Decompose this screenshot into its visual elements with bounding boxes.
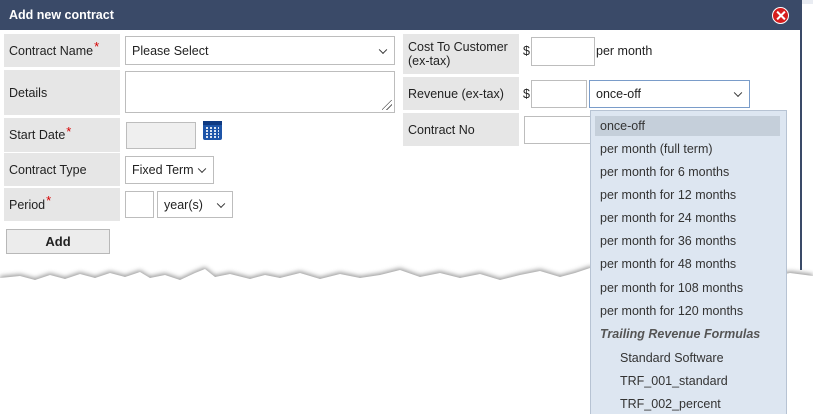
cost-suffix: per month [596,44,653,58]
period-input[interactable] [125,191,154,218]
add-button[interactable]: Add [6,229,110,254]
resize-grip-icon[interactable] [382,100,392,110]
cost-to-customer-input[interactable] [531,37,595,66]
dropdown-option[interactable]: per month for 24 months [600,209,736,227]
dropdown-option[interactable]: per month for 108 months [600,279,743,297]
contract-name-label: Contract Name * [4,34,120,67]
revenue-currency: $ [523,87,530,101]
dropdown-option[interactable]: TRF_002_percent [620,395,721,413]
dropdown-option[interactable]: once-off [595,116,780,136]
close-icon[interactable] [772,7,789,24]
chevron-down-icon [216,199,226,208]
contract-type-label: Contract Type [4,153,120,186]
contract-type-value: Fixed Term [132,163,194,177]
cost-currency: $ [523,44,530,58]
dropdown-option[interactable]: per month (full term) [600,140,713,158]
period-label-text: Period [9,197,46,212]
contract-no-label-text: Contract No [408,122,475,137]
dropdown-option[interactable]: per month for 120 months [600,302,743,320]
contract-type-select[interactable]: Fixed Term [125,156,214,184]
start-date-label: Start Date * [4,118,120,152]
cost-to-customer-label: Cost To Customer (ex-tax) [403,34,519,74]
contract-type-label-text: Contract Type [9,162,87,177]
period-unit-select[interactable]: year(s) [157,191,233,218]
contract-name-value: Please Select [132,43,209,58]
dropdown-option[interactable]: TRF_001_standard [620,372,728,390]
cost-to-customer-label-text: Cost To Customer (ex-tax) [408,40,508,68]
revenue-label-text: Revenue (ex-tax) [408,86,504,101]
start-date-label-text: Start Date [9,128,66,142]
revenue-frequency-dropdown: once-off per month (full term) per month… [590,110,787,414]
dropdown-option[interactable]: Standard Software [620,349,724,367]
revenue-frequency-value: once-off [596,87,641,101]
dropdown-group-label: Trailing Revenue Formulas [600,327,761,341]
details-textarea[interactable] [125,71,395,113]
calendar-icon[interactable] [203,121,222,140]
start-date-input[interactable] [126,122,196,149]
contract-no-input[interactable] [524,116,594,144]
required-marker: * [66,123,72,139]
details-label-text: Details [9,85,48,100]
contract-no-label: Contract No [403,113,519,146]
details-label: Details [4,70,120,115]
dialog-title: Add new contract [9,8,114,22]
chevron-down-icon [197,164,207,174]
revenue-input[interactable] [531,80,587,108]
revenue-label: Revenue (ex-tax) [403,77,519,110]
contract-name-select[interactable]: Please Select [125,36,395,65]
dropdown-option[interactable]: per month for 12 months [600,186,736,204]
dropdown-option[interactable]: per month for 48 months [600,255,736,273]
chevron-down-icon [378,45,388,54]
dialog-titlebar: Add new contract [0,0,800,30]
period-unit-value: year(s) [164,197,203,212]
dropdown-option[interactable]: per month for 36 months [600,232,736,250]
required-marker: * [46,193,52,208]
period-label: Period * [4,188,120,221]
dialog-border [800,0,802,270]
dropdown-option[interactable]: per month for 6 months [600,163,729,181]
chevron-down-icon [733,88,743,98]
required-marker: * [94,39,100,54]
revenue-frequency-select[interactable]: once-off [589,80,750,108]
contract-name-label-text: Contract Name [9,43,94,58]
